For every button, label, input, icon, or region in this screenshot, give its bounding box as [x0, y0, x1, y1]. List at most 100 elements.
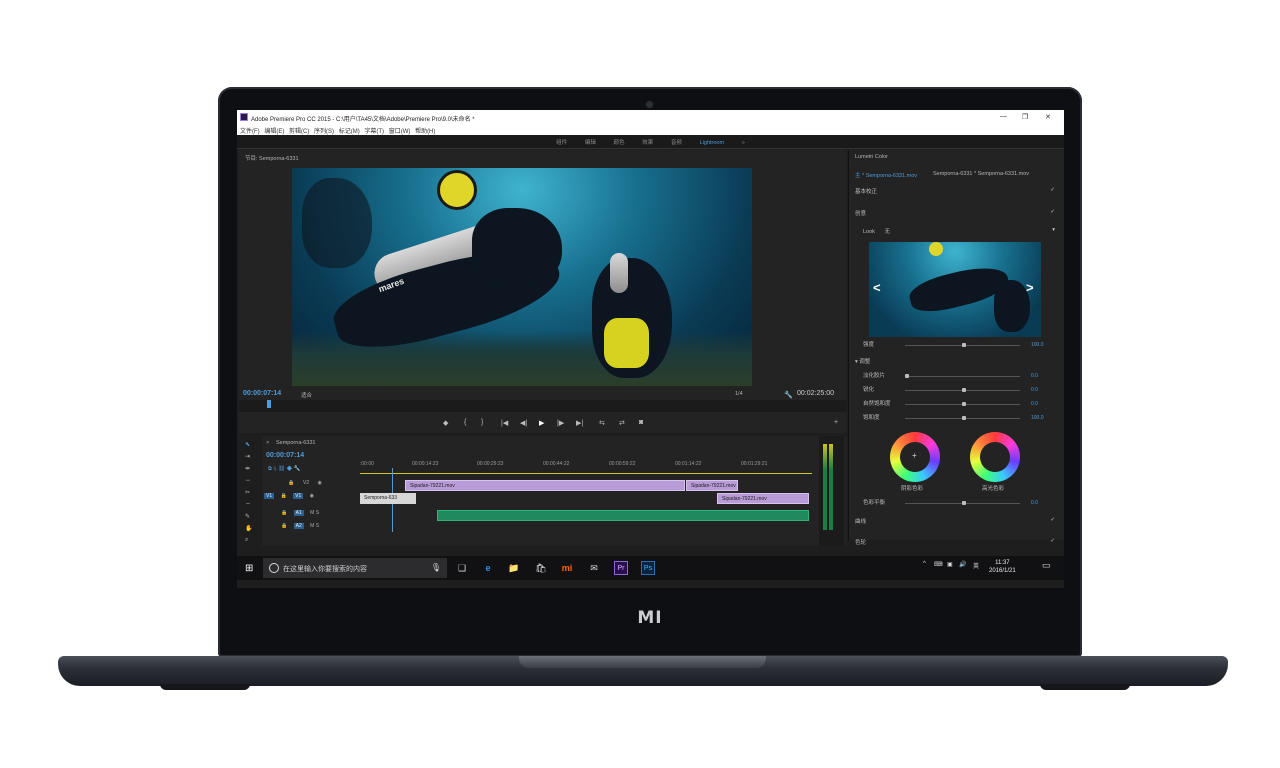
checkmark-icon[interactable]: ✓ [1050, 187, 1055, 193]
source-patch[interactable]: V1 [264, 493, 275, 499]
program-timecode[interactable]: 00:00:07:14 [243, 390, 281, 397]
file-explorer-icon[interactable]: 📁 [507, 561, 521, 575]
go-to-out-icon[interactable]: ▶| [576, 419, 583, 427]
maximize-button[interactable]: ❐ [1022, 113, 1028, 121]
volume-icon[interactable]: 🔊 [959, 561, 966, 568]
selection-tool-icon[interactable]: ⬉ [245, 441, 250, 448]
lock-icon[interactable]: 🔒 [279, 523, 289, 529]
wrench-icon[interactable]: 🔧 [784, 391, 793, 399]
eye-icon[interactable]: ◉ [308, 493, 316, 499]
menu-marker[interactable]: 标记(M) [339, 126, 360, 135]
clip[interactable]: Sipadan-79221.mov [686, 480, 738, 491]
balance-value[interactable]: 0.0 [1031, 500, 1038, 506]
track-name[interactable]: A2 [293, 523, 304, 529]
pen-tool-icon[interactable]: ✎ [245, 513, 250, 520]
mail-icon[interactable]: ✉ [587, 561, 601, 575]
slider-knob[interactable] [962, 416, 966, 420]
overwrite-icon[interactable]: ⇄ [619, 419, 625, 427]
go-to-in-icon[interactable]: |◀ [501, 419, 508, 427]
section-color-wheels[interactable]: 色轮 ✓ [855, 538, 1055, 550]
step-back-icon[interactable]: ◀| [520, 419, 527, 427]
task-view-icon[interactable]: ❑ [455, 561, 469, 575]
add-marker-icon[interactable]: ◆ [443, 419, 448, 427]
section-curves[interactable]: 曲线 ✓ [855, 517, 1055, 529]
workspace-lightroom[interactable]: Lightroom [700, 140, 724, 146]
windows-start-icon[interactable]: ⊞ [245, 563, 253, 574]
razor-tool-icon[interactable]: ✂ [245, 489, 250, 496]
zoom-tool-icon[interactable]: ⌕ [245, 537, 248, 544]
menu-sequence[interactable]: 序列(S) [314, 126, 334, 135]
photoshop-icon[interactable]: Ps [641, 561, 655, 575]
section-adjust[interactable]: ▾ 调整 [855, 357, 1055, 369]
workspace-assembly[interactable]: 组件 [556, 138, 567, 146]
track-name[interactable]: V2 [301, 480, 311, 486]
store-icon[interactable]: 🛍 [534, 561, 548, 575]
program-playhead[interactable] [267, 400, 271, 408]
play-icon[interactable]: ▶ [539, 419, 544, 427]
fit-dropdown[interactable]: 适合 [301, 391, 312, 399]
previous-look-icon[interactable]: < [873, 280, 881, 295]
slider-knob[interactable] [962, 402, 966, 406]
lumetri-clip-master[interactable]: 主 * Semporna-6331.mov [855, 171, 917, 179]
highlight-tint-wheel[interactable] [970, 432, 1020, 482]
balance-knob[interactable] [962, 501, 966, 505]
snap-icon[interactable]: ⧉ ↯ ⛓ ◆ 🔧 [268, 466, 300, 473]
workspace-audio[interactable]: 音频 [671, 138, 682, 146]
workspace-color[interactable]: 颜色 [614, 138, 625, 146]
button-editor-icon[interactable]: + [834, 419, 838, 426]
program-ruler[interactable] [239, 400, 846, 412]
step-forward-icon[interactable]: |▶ [557, 419, 564, 427]
lock-icon[interactable]: 🔒 [279, 493, 289, 499]
look-preview[interactable] [869, 242, 1041, 337]
premiere-pro-icon[interactable]: Pr [614, 561, 628, 575]
minimize-button[interactable]: — [1000, 113, 1007, 120]
menu-clip[interactable]: 剪辑(C) [289, 126, 309, 135]
audio-clip[interactable] [437, 510, 809, 521]
battery-icon[interactable]: ▣ [947, 561, 953, 568]
slider-knob[interactable] [962, 388, 966, 392]
menu-file[interactable]: 文件(F) [240, 126, 260, 135]
clip[interactable]: Sipadan-79221.mov [717, 493, 809, 504]
lock-icon[interactable]: 🔒 [279, 510, 289, 516]
track-name[interactable]: V1 [293, 493, 304, 499]
ime-indicator[interactable]: 英 [973, 561, 979, 570]
clock[interactable]: 11:37 2016/1/21 [989, 559, 1016, 575]
timeline-tab[interactable]: Semporna-6331 [276, 440, 315, 446]
insert-icon[interactable]: ⇆ [599, 419, 605, 427]
lumetri-clip-instance[interactable]: Semporna-6331 * Semporna-6331.mov [933, 171, 1029, 177]
timeline-close-icon[interactable]: × [266, 440, 269, 446]
microphone-icon[interactable]: 🎙 [431, 563, 441, 572]
lock-icon[interactable]: 🔒 [286, 480, 296, 486]
intensity-value[interactable]: 100.0 [1031, 342, 1044, 348]
slip-tool-icon[interactable]: ⇔ [245, 501, 251, 507]
slider-value[interactable]: 0.0 [1031, 373, 1038, 379]
ripple-edit-tool-icon[interactable]: ⇹ [245, 465, 250, 472]
track-select-tool-icon[interactable]: ⇥ [245, 453, 250, 460]
timeline-timecode[interactable]: 00:00:07:14 [266, 452, 304, 459]
slider-value[interactable]: 100.0 [1031, 415, 1044, 421]
hand-tool-icon[interactable]: ✋ [245, 525, 252, 532]
checkmark-icon[interactable]: ✓ [1050, 209, 1055, 215]
rate-stretch-tool-icon[interactable]: ↔ [245, 477, 251, 483]
tray-expand-icon[interactable]: ^ [923, 561, 926, 567]
checkmark-icon[interactable]: ✓ [1050, 538, 1055, 544]
chevron-down-icon[interactable]: ▾ [1052, 227, 1055, 233]
eye-icon[interactable]: ◉ [316, 480, 324, 486]
lumetri-tab[interactable]: Lumetri Color [855, 154, 888, 160]
clip[interactable]: Semporna-633 [360, 493, 416, 504]
menu-edit[interactable]: 编辑(E) [264, 126, 284, 135]
mark-out-icon[interactable]: } [481, 419, 483, 426]
action-center-icon[interactable]: ▭ [1042, 560, 1051, 571]
mark-in-icon[interactable]: { [464, 419, 466, 426]
keyboard-icon[interactable]: ⌨ [934, 561, 943, 568]
resolution-dropdown[interactable]: 1/4 [735, 391, 743, 397]
slider-track[interactable] [905, 376, 1020, 377]
menu-help[interactable]: 帮助(H) [415, 126, 435, 135]
look-dropdown[interactable]: 无 [884, 229, 890, 235]
cortana-icon[interactable] [269, 563, 279, 573]
menu-title[interactable]: 字幕(T) [364, 126, 384, 135]
clip[interactable]: Sipadan-79221.mov [405, 480, 685, 491]
section-basic[interactable]: 基本校正 ✓ [855, 187, 1055, 199]
intensity-knob[interactable] [962, 343, 966, 347]
menu-window[interactable]: 窗口(W) [389, 126, 411, 135]
